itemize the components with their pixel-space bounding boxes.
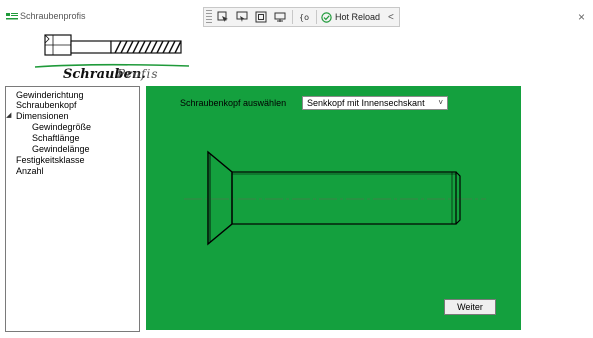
tree-item-dimensionen-label: Dimensionen [16, 111, 69, 121]
next-button[interactable]: Weiter [444, 299, 496, 315]
check-circle-icon [321, 11, 332, 23]
tree-item-gewinderichtung[interactable]: Gewinderichtung [16, 90, 84, 100]
track-focus-icon[interactable] [253, 9, 269, 25]
collapse-toolbar-icon[interactable]: < [388, 12, 394, 23]
tree-item-anzahl[interactable]: Anzahl [16, 166, 44, 176]
toolbar-grip[interactable] [206, 10, 212, 24]
screw-shaft-outline [231, 171, 457, 225]
hot-reload-status-icon[interactable]: {o} [296, 9, 312, 25]
title-bar: Schraubenprofis {o} Hot Reload < × [0, 0, 593, 32]
screw-head-outline [207, 150, 233, 246]
navigation-tree: Gewinderichtung Schraubenkopf ◢ Dimensio… [5, 86, 140, 332]
expand-arrow-icon[interactable]: ◢ [6, 111, 11, 121]
screw-head-panel: Schraubenkopf auswählen Senkkopf mit Inn… [146, 86, 521, 330]
hot-reload-button[interactable]: Hot Reload [321, 11, 381, 23]
brand-logo: Schrauben. Profis [33, 33, 193, 85]
window-title: Schraubenprofis [20, 11, 86, 21]
tree-item-gewindegroesse[interactable]: Gewindegröße [32, 122, 91, 132]
app-icon [6, 13, 18, 20]
tree-item-schraubenkopf[interactable]: Schraubenkopf [16, 100, 77, 110]
tree-item-gewindelaenge[interactable]: Gewindelänge [32, 144, 90, 154]
tree-item-schaftlaenge[interactable]: Schaftlänge [32, 133, 80, 143]
binding-failures-icon[interactable] [272, 9, 288, 25]
tree-item-festigkeitsklasse[interactable]: Festigkeitsklasse [16, 155, 85, 165]
logo-text-suffix: Profis [117, 67, 159, 81]
close-icon[interactable]: × [578, 10, 585, 24]
screw-drawing [184, 150, 486, 246]
tree-item-dimensionen[interactable]: ◢ Dimensionen [6, 111, 69, 121]
debug-toolbar: {o} Hot Reload < [203, 7, 400, 27]
screw-tip-outline [455, 171, 461, 225]
toolbar-separator [292, 10, 293, 24]
toolbar-separator [316, 10, 317, 24]
hot-reload-label: Hot Reload [335, 12, 381, 22]
svg-text:{o}: {o} [299, 13, 310, 22]
display-layout-adorners-icon[interactable] [234, 9, 250, 25]
select-element-icon[interactable] [215, 9, 231, 25]
